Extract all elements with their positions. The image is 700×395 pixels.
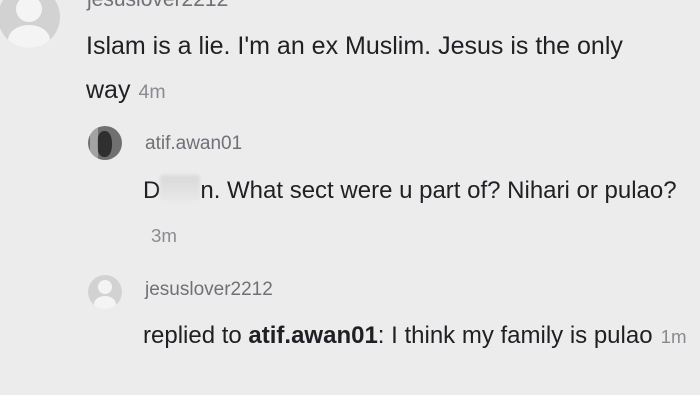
avatar[interactable] [88, 275, 122, 309]
reply-text: Dn. What sect were u part of? Nihari or … [143, 169, 683, 258]
reply-text: replied to atif.awan01: I think my famil… [143, 314, 688, 359]
censored-text [160, 175, 201, 201]
avatar[interactable] [88, 126, 122, 160]
comment-username[interactable]: jesuslover2212 [87, 0, 228, 12]
comment-item: jesuslover2212 Islam is a lie. I'm an ex… [0, 0, 700, 110]
mention-link[interactable]: atif.awan01 [248, 322, 377, 349]
comment-text: Islam is a lie. I'm an ex Muslim. Jesus … [86, 24, 676, 114]
reply-body: n. What sect were u part of? Nihari or p… [200, 177, 677, 204]
default-user-icon [98, 280, 112, 294]
comment-body: Islam is a lie. I'm an ex Muslim. Jesus … [86, 32, 623, 104]
profile-photo-highlight [90, 128, 98, 158]
reply-body: I think my family is pulao [384, 322, 653, 349]
reply-time: 3m [151, 225, 177, 246]
reply-time: 1m [660, 326, 687, 347]
default-user-icon [16, 0, 42, 22]
avatar[interactable] [0, 0, 60, 48]
profile-photo-icon [97, 131, 112, 157]
comment-thread: jesuslover2212 Islam is a lie. I'm an ex… [0, 0, 700, 395]
reply-username[interactable]: atif.awan01 [145, 133, 242, 155]
default-user-body [94, 296, 116, 309]
reply-body-start: D [143, 177, 161, 204]
reply-item: atif.awan01 Dn. What sect were u part of… [0, 118, 700, 258]
reply-prefix: replied to [143, 322, 242, 349]
reply-item: jesuslover2212 replied to atif.awan01: I… [0, 267, 700, 395]
comment-time: 4m [138, 81, 166, 103]
reply-username[interactable]: jesuslover2212 [145, 279, 273, 301]
default-user-body [8, 25, 50, 48]
